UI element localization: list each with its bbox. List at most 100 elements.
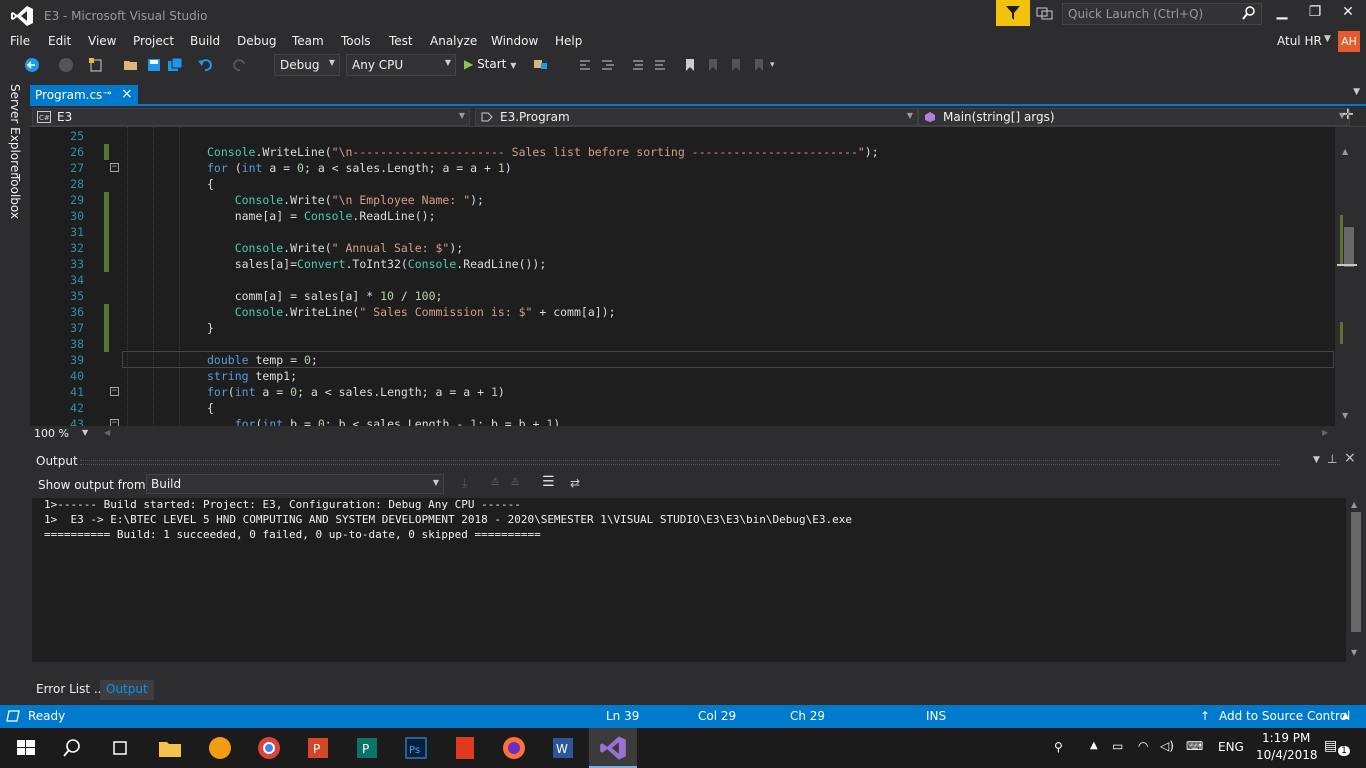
save-icon[interactable]	[146, 57, 162, 73]
code-line[interactable]: 30 name[a] = Console.ReadLine();	[30, 208, 1335, 224]
scroll-up-icon[interactable]: ▲	[1351, 500, 1357, 509]
class-select[interactable]: E3.Program ▼	[475, 108, 918, 126]
navigate-back-icon[interactable]	[24, 57, 40, 73]
next-message-icon[interactable]: ≛	[510, 476, 520, 490]
menu-team[interactable]: Team	[292, 34, 324, 48]
menu-tools[interactable]: Tools	[341, 34, 371, 48]
solution-platform-select[interactable]: Any CPU ▼	[346, 54, 456, 76]
open-file-icon[interactable]	[123, 57, 139, 73]
code-line[interactable]: 33 sales[a]=Convert.ToInt32(Console.Read…	[30, 256, 1335, 272]
zoom-dropdown-icon[interactable]: ▼	[82, 428, 88, 437]
chevron-up-icon[interactable]: ▲	[1342, 711, 1349, 721]
code-line[interactable]: 32 Console.Write(" Annual Sale: $");	[30, 240, 1335, 256]
clock-date[interactable]: 10/4/2018	[1256, 748, 1318, 762]
code-editor[interactable]: 25 26 Console.WriteLine("\n---------------…	[30, 127, 1335, 426]
close-panel-icon[interactable]: ×	[1344, 450, 1356, 466]
pin-icon[interactable]: ⊸	[103, 88, 111, 99]
notification-filter-icon[interactable]	[996, 0, 1030, 26]
word-wrap-icon[interactable]: ⇄	[570, 476, 580, 490]
tab-list-dropdown-icon[interactable]: ▼	[1353, 87, 1360, 97]
step-over-icon[interactable]	[600, 57, 616, 73]
code-line[interactable]: 26 Console.WriteLine("\n-----------------…	[30, 144, 1335, 160]
close-window-button[interactable]: ✕	[1338, 4, 1358, 24]
task-view-icon[interactable]	[106, 734, 134, 762]
file-explorer-icon[interactable]	[156, 734, 184, 762]
collapse-icon[interactable]: −	[110, 163, 119, 172]
collapse-icon[interactable]: −	[110, 419, 119, 426]
maximize-button[interactable]: ❐	[1305, 4, 1325, 24]
code-line[interactable]: 40 string temp1;	[30, 368, 1335, 384]
new-project-icon[interactable]	[88, 57, 104, 73]
code-line[interactable]: 37}	[30, 320, 1335, 336]
avatar[interactable]: AH	[1338, 31, 1360, 52]
word-icon[interactable]: W	[549, 734, 577, 762]
panel-options-icon[interactable]: ▼	[1313, 455, 1320, 465]
code-line[interactable]: 31	[30, 224, 1335, 240]
next-bookmark-icon[interactable]	[728, 57, 744, 73]
acrobat-icon[interactable]	[451, 734, 479, 762]
user-name[interactable]: Atul HR	[1277, 34, 1322, 48]
menu-debug[interactable]: Debug	[237, 34, 276, 48]
prev-message-icon[interactable]: ≛	[490, 476, 500, 490]
code-line[interactable]: 35 comm[a] = sales[a] * 10 / 100;	[30, 288, 1335, 304]
feedback-icon[interactable]	[1036, 5, 1054, 21]
toolbar-options-icon[interactable]: ▾	[770, 60, 775, 70]
zoom-level[interactable]: 100 %	[34, 427, 69, 440]
find-message-icon[interactable]: ⤓	[462, 476, 467, 491]
search-icon[interactable]	[58, 734, 86, 762]
menu-view[interactable]: View	[88, 34, 116, 48]
bookmark-icon[interactable]	[682, 57, 698, 73]
menu-analyze[interactable]: Analyze	[430, 34, 477, 48]
output-source-select[interactable]: Build ▼	[146, 474, 444, 494]
scroll-thumb[interactable]	[1344, 227, 1354, 267]
server-explorer-tab[interactable]: Server Explorer	[8, 84, 22, 177]
start-debugging-button[interactable]: ▶ Start ▼	[464, 57, 516, 71]
prev-bookmark-icon[interactable]	[705, 57, 721, 73]
menu-edit[interactable]: Edit	[48, 34, 71, 48]
show-hidden-icons-icon[interactable]: ▲	[1090, 740, 1098, 751]
close-icon[interactable]: ×	[121, 86, 133, 102]
volume-icon[interactable]: ◁)	[1160, 739, 1174, 753]
chrome-icon[interactable]	[255, 734, 283, 762]
keyboard-icon[interactable]: ⌨	[1186, 739, 1203, 753]
firefox-icon[interactable]	[500, 734, 528, 762]
clear-all-icon[interactable]: ☰	[542, 474, 555, 490]
attach-icon[interactable]	[533, 57, 549, 73]
menu-project[interactable]: Project	[133, 34, 174, 48]
scroll-right-icon[interactable]: ▶	[1322, 428, 1328, 437]
output-text-area[interactable]: 1>------ Build started: Project: E3, Con…	[32, 498, 1346, 662]
add-to-source-control-button[interactable]: Add to Source Control	[1219, 709, 1350, 723]
step-into-icon[interactable]	[578, 57, 594, 73]
code-line[interactable]: 36 Console.WriteLine(" Sales Commission …	[30, 304, 1335, 320]
split-window-icon[interactable]: ✛	[1342, 107, 1354, 123]
save-all-icon[interactable]	[167, 57, 183, 73]
uncomment-lines-icon[interactable]	[652, 57, 668, 73]
code-line[interactable]: 29 Console.Write("\n Employee Name: ");	[30, 192, 1335, 208]
code-line[interactable]: 42 {	[30, 400, 1335, 416]
solution-configuration-select[interactable]: Debug ▼	[274, 54, 340, 76]
scroll-up-icon[interactable]: ▲	[1342, 147, 1348, 156]
menu-test[interactable]: Test	[389, 34, 413, 48]
photoshop-icon[interactable]: Ps	[402, 734, 430, 762]
scroll-left-icon[interactable]: ◀	[104, 428, 110, 437]
scroll-thumb[interactable]	[1351, 512, 1361, 632]
menu-file[interactable]: File	[10, 34, 30, 48]
tab-output[interactable]: Output	[100, 680, 154, 700]
quick-launch-input[interactable]: Quick Launch (Ctrl+Q)	[1062, 3, 1262, 25]
clock-time[interactable]: 1:19 PM	[1262, 731, 1310, 745]
menu-window[interactable]: Window	[491, 34, 538, 48]
pin-panel-icon[interactable]: ⊥	[1327, 452, 1337, 466]
powerpoint-icon[interactable]: P	[304, 734, 332, 762]
code-line[interactable]: 28 {	[30, 176, 1335, 192]
menu-build[interactable]: Build	[190, 34, 220, 48]
menu-help[interactable]: Help	[555, 34, 582, 48]
scroll-down-icon[interactable]: ▼	[1342, 411, 1348, 420]
comment-lines-icon[interactable]	[630, 57, 646, 73]
editor-vertical-scrollbar[interactable]: ▲ ▼	[1337, 127, 1357, 426]
minimize-button[interactable]: ▁	[1272, 4, 1292, 24]
people-icon[interactable]: ⚲	[1054, 740, 1063, 754]
navigate-forward-icon[interactable]	[58, 57, 74, 73]
code-line[interactable]: 34	[30, 272, 1335, 288]
undo-icon[interactable]	[197, 57, 213, 73]
code-line[interactable]: 25	[30, 128, 1335, 144]
